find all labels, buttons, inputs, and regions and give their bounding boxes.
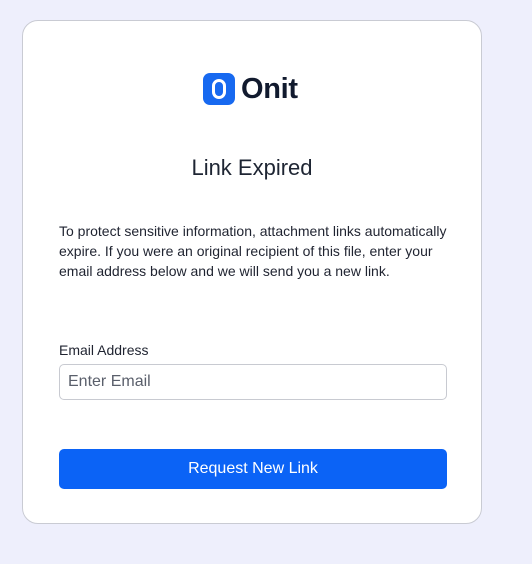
expiry-description: To protect sensitive information, attach…	[59, 223, 447, 279]
page-title: Link Expired	[191, 155, 313, 180]
logo-wordmark: Onit	[241, 73, 298, 105]
link-expired-card: Onit Link Expired To protect sensitive i…	[22, 20, 482, 524]
onit-logo-icon	[203, 73, 235, 105]
email-label: Email Address	[59, 342, 149, 358]
onit-logo: Onit	[203, 72, 298, 106]
request-new-link-button[interactable]: Request New Link	[59, 449, 447, 489]
email-input[interactable]	[59, 364, 447, 400]
